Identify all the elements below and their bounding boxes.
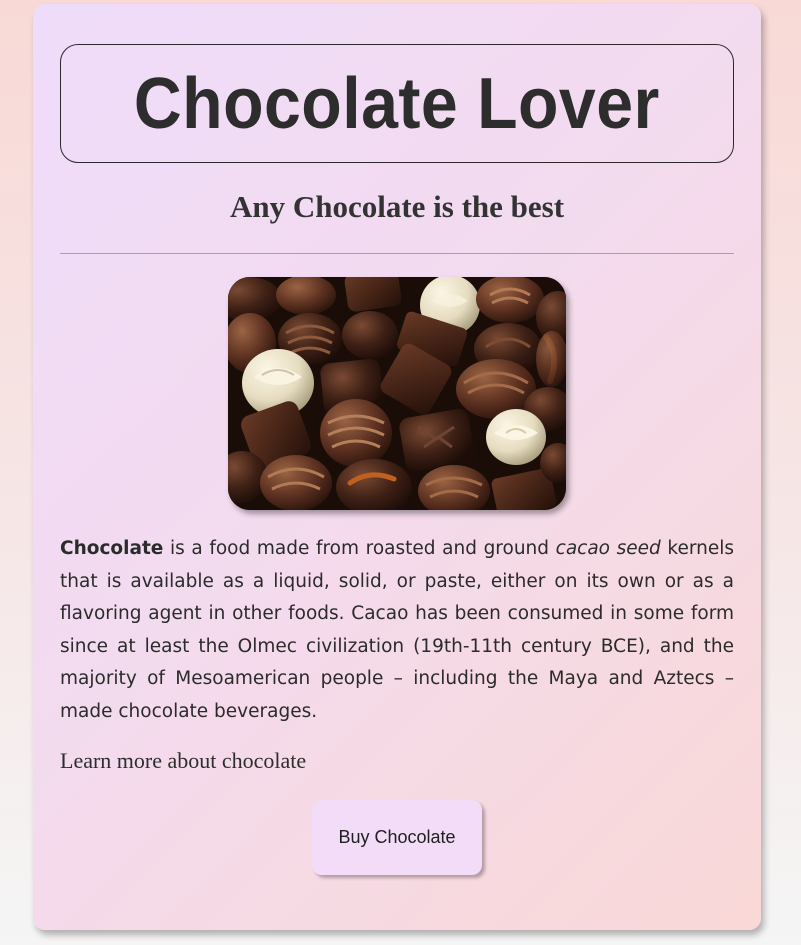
learn-more-link[interactable]: Learn more about chocolate [60, 748, 306, 774]
content-card: Chocolate Lover Any Chocolate is the bes… [33, 4, 761, 930]
title-box: Chocolate Lover [60, 44, 734, 163]
page-title: Chocolate Lover [134, 63, 660, 144]
buy-chocolate-button[interactable]: Buy Chocolate [312, 800, 482, 875]
description-lead: Chocolate [60, 538, 164, 559]
description-text-2: kernels that is available as a liquid, s… [60, 538, 734, 722]
description-text-1: is a food made from roasted and ground [163, 538, 556, 559]
description-italic: cacao seed [555, 538, 661, 559]
chocolate-image [228, 277, 566, 510]
chocolate-assortment-photo-icon [228, 277, 566, 510]
divider [60, 253, 734, 254]
page-subtitle: Any Chocolate is the best [229, 189, 565, 224]
chocolate-description: Chocolate is a food made from roasted an… [60, 533, 734, 728]
